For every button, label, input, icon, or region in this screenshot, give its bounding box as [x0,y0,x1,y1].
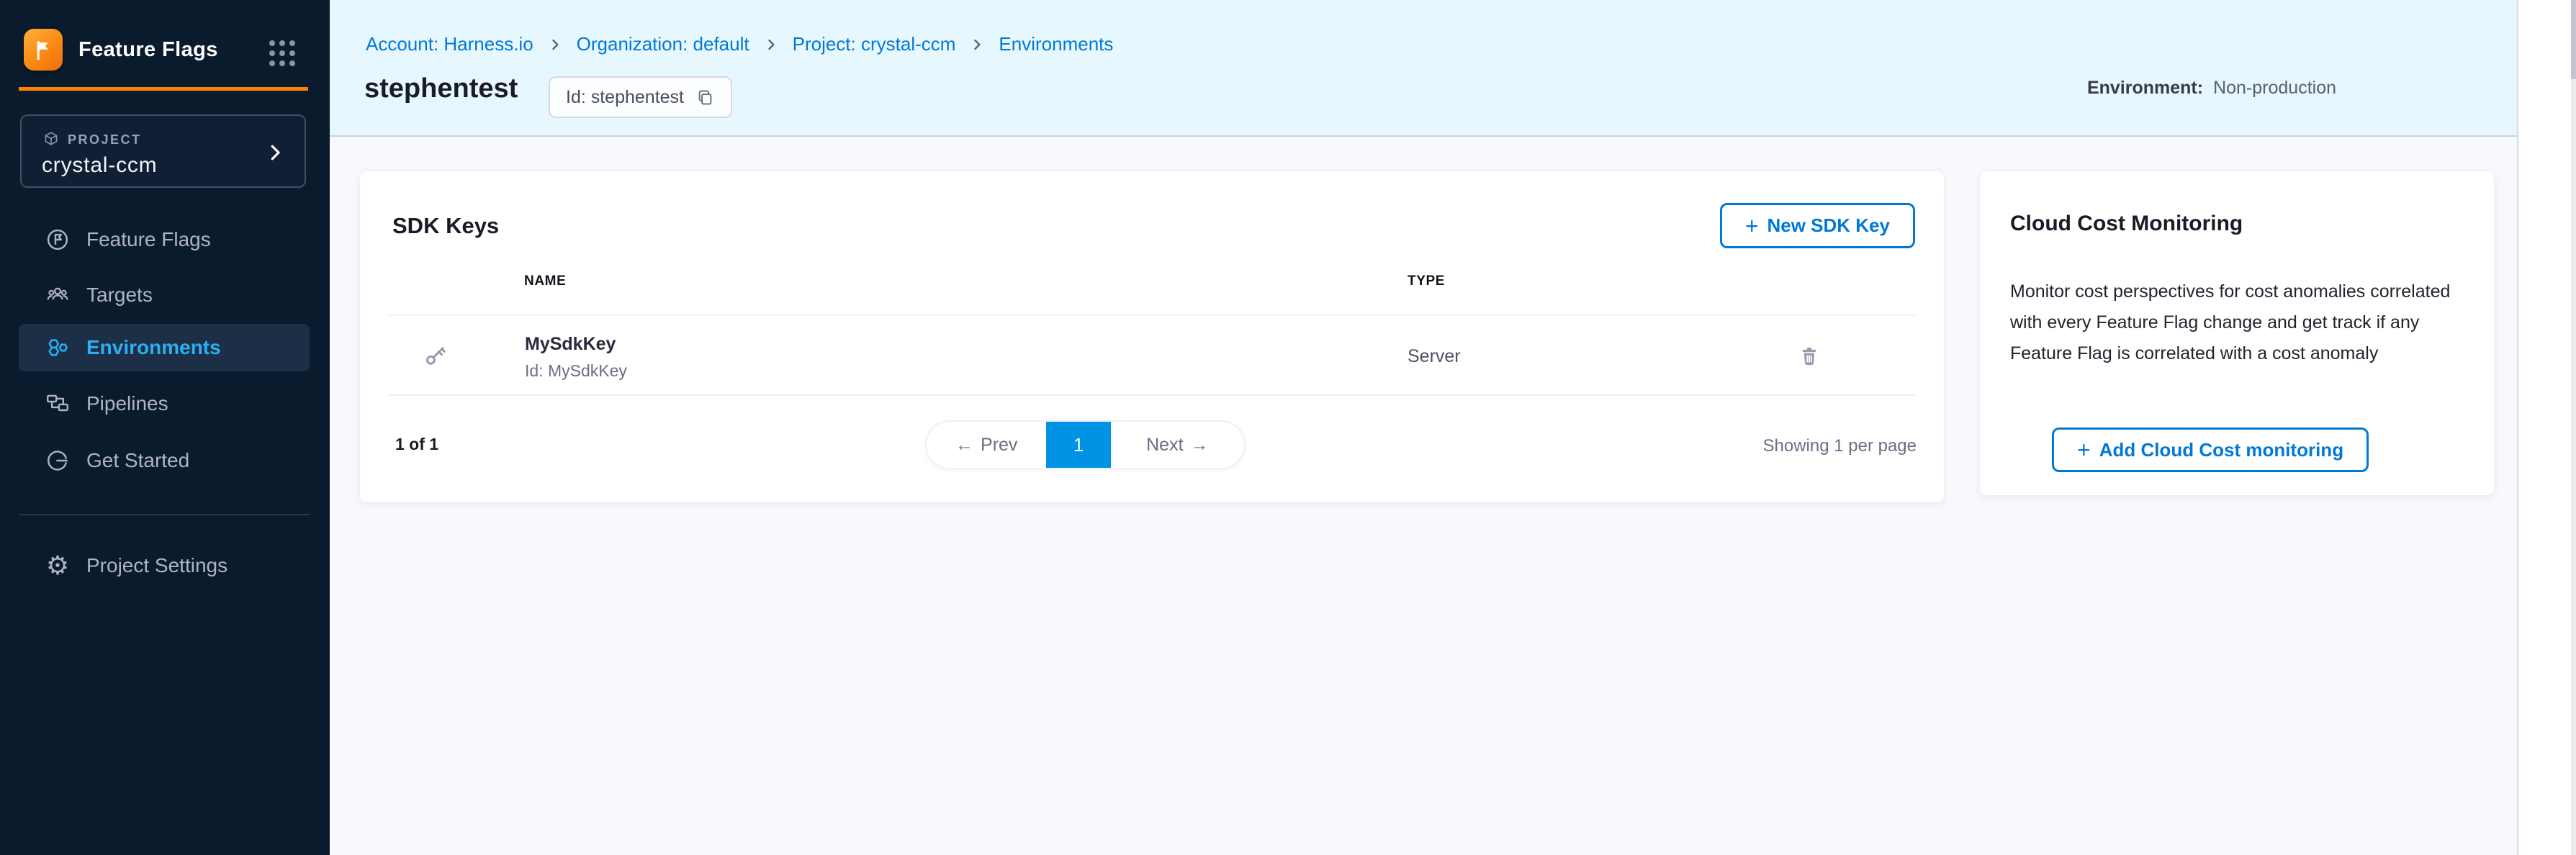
sidebar-item-label: Environments [86,336,221,359]
new-sdk-key-button[interactable]: + New SDK Key [1720,203,1915,248]
sidebar-item-pipelines[interactable]: Pipelines [19,380,310,428]
copy-icon[interactable] [695,88,715,107]
sdk-key-type: Server [1408,346,1461,367]
arrow-right-icon: → [1191,435,1209,456]
environment-type-label: Environment: [2087,78,2203,99]
add-cloud-cost-button[interactable]: + Add Cloud Cost monitoring [2052,428,2369,472]
breadcrumb-environments-link[interactable]: Environments [999,33,1113,55]
gear-icon: ⚙ [45,553,71,579]
column-header-type: TYPE [1408,273,1445,289]
pagination-page-1[interactable]: 1 [1046,422,1110,468]
scrollbar-thumb[interactable] [2571,0,2576,79]
breadcrumb: Account: Harness.io Organization: defaul… [366,33,1113,55]
cloud-cost-title: Cloud Cost Monitoring [2010,212,2243,236]
sidebar-item-project-settings[interactable]: ⚙ Project Settings [19,542,310,589]
sidebar-item-feature-flags[interactable]: Feature Flags [19,216,310,263]
cloud-cost-description: Monitor cost perspectives for cost anoma… [2010,276,2464,369]
pagination-pill: ← Prev 1 Next → [925,420,1246,469]
targets-people-icon [45,282,71,308]
table-divider [389,315,1915,316]
sidebar-item-environments[interactable]: Environments [19,324,310,371]
page-header: Account: Harness.io Organization: defaul… [330,0,2517,137]
pipelines-icon [45,391,71,417]
sdk-key-icon [423,343,449,368]
get-started-icon [45,448,71,474]
sdk-key-name: MySdkKey [525,334,616,355]
pagination-prev-button[interactable]: ← Prev [927,422,1046,468]
arrow-left-icon: ← [955,435,973,456]
flag-circle-icon [45,227,71,253]
breadcrumb-project-link[interactable]: Project: crystal-ccm [793,33,956,55]
breadcrumb-separator-icon [764,37,778,52]
sdk-keys-title: SDK Keys [392,213,499,239]
environment-id-text: Id: stephentest [566,87,684,108]
cloud-cost-monitoring-card: Cloud Cost Monitoring Monitor cost persp… [1980,171,2494,495]
pagination-per-page: Showing 1 per page [1763,436,1917,456]
environment-id-badge: Id: stephentest [549,76,732,118]
sidebar-item-targets[interactable]: Targets [19,271,310,319]
breadcrumb-organization-link[interactable]: Organization: default [577,33,749,55]
sidebar-item-label: Get Started [86,449,189,472]
sidebar-item-label: Pipelines [86,392,168,415]
brand-label: Feature Flags [78,38,218,62]
sidebar: Feature Flags PROJECT crystal-ccm [0,0,330,855]
pagination-summary: 1 of 1 [395,435,438,454]
sidebar-item-get-started[interactable]: Get Started [19,437,310,484]
sidebar-item-label: Project Settings [86,554,228,577]
delete-key-trash-icon[interactable] [1797,344,1821,368]
sidebar-item-label: Targets [86,284,153,307]
plus-icon: + [1745,214,1759,238]
breadcrumb-separator-icon [548,37,562,52]
sdk-key-id: Id: MySdkKey [525,361,627,381]
environment-type-value: Non-production [2213,78,2336,99]
project-selector[interactable]: PROJECT crystal-ccm [20,114,306,188]
brand: Feature Flags [24,29,218,71]
chevron-right-icon [264,142,286,163]
plus-icon: + [2077,438,2091,461]
sidebar-item-label: Feature Flags [86,228,211,251]
page-title: stephentest [364,73,518,104]
scrollbar-track[interactable] [2571,0,2576,855]
cube-icon [42,130,60,149]
sdk-keys-card: SDK Keys + New SDK Key NAME TYPE MySdkKe… [360,171,1944,502]
column-header-name: NAME [524,273,566,289]
right-gutter [2517,0,2576,855]
breadcrumb-separator-icon [970,37,984,52]
pagination-next-button[interactable]: Next → [1111,422,1244,468]
environments-hexagons-icon [45,335,71,361]
feature-flags-logo-icon [24,29,63,71]
environment-type: Environment: Non-production [2087,78,2336,99]
sidebar-orange-rule [19,87,308,91]
table-divider [389,394,1915,396]
project-name: crystal-ccm [42,153,157,178]
project-label: PROJECT [68,132,142,148]
app-window: Feature Flags PROJECT crystal-ccm [0,0,2576,855]
breadcrumb-account-link[interactable]: Account: Harness.io [366,33,533,55]
sidebar-divider [19,514,310,515]
module-grid-icon[interactable] [269,40,295,66]
